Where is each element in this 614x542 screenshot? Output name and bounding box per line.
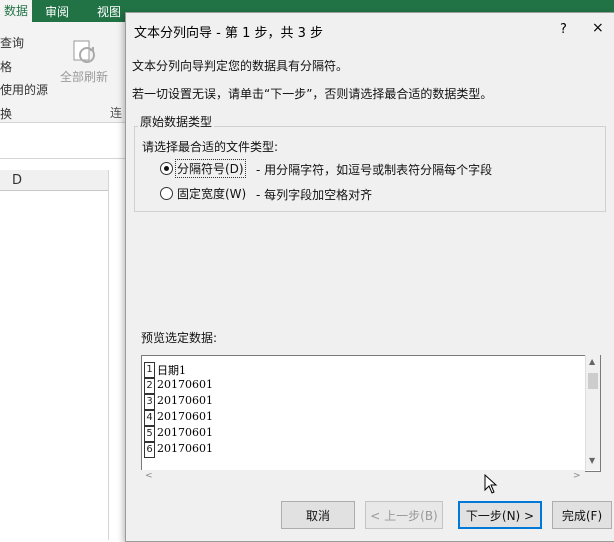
scroll-left-arrow-icon[interactable]: <	[145, 471, 153, 481]
tab-view[interactable]: 视图	[97, 3, 121, 20]
radio-fixed-width-label[interactable]: 固定宽度(W)	[177, 185, 246, 202]
preview-row-number: 1	[144, 362, 155, 378]
intro-text-2: 若一切设置无误，请单击“下一步”，否则请选择最合适的数据类型。	[132, 87, 493, 101]
scrollbar-thumb[interactable]	[588, 373, 598, 389]
ribbon-group-label: 换	[0, 107, 13, 121]
preview-row-value: 20170601	[157, 410, 213, 423]
mouse-pointer-icon	[484, 474, 498, 494]
group-title: 原始数据类型	[138, 113, 215, 130]
column-header-d[interactable]: D	[12, 173, 22, 188]
refresh-all-icon[interactable]	[70, 38, 98, 66]
intro-text-1: 文本分列向导判定您的数据具有分隔符。	[132, 59, 349, 73]
file-type-prompt: 请选择最合适的文件类型:	[142, 140, 279, 154]
next-button[interactable]: 下一步(N) >	[458, 501, 542, 529]
text-to-columns-dialog: 文本分列向导 - 第 1 步，共 3 步 ? × 文本分列向导判定您的数据具有分…	[125, 12, 614, 542]
delimited-description: - 用分隔字符，如逗号或制表符分隔每个字段	[256, 163, 493, 177]
preview-row-value: 20170601	[157, 442, 213, 455]
preview-row-value: 20170601	[157, 426, 213, 439]
back-button[interactable]: < 上一步(B)	[365, 501, 443, 529]
preview-label: 预览选定数据:	[141, 331, 218, 345]
preview-row-number: 4	[144, 410, 155, 426]
tab-review[interactable]: 审阅	[45, 3, 69, 20]
preview-row-number: 6	[144, 442, 155, 458]
close-button[interactable]: ×	[592, 20, 604, 36]
scroll-up-arrow-icon[interactable]: ▲	[589, 357, 595, 366]
dialog-title: 文本分列向导 - 第 1 步，共 3 步	[134, 26, 324, 41]
cancel-button[interactable]: 取消	[281, 501, 355, 529]
preview-vertical-scrollbar[interactable]: ▲ ▼	[585, 355, 600, 470]
radio-fixed-width[interactable]	[160, 187, 173, 200]
preview-row-number: 5	[144, 426, 155, 442]
help-button[interactable]: ?	[560, 22, 567, 37]
data-preview-box[interactable]: 1 日期1 2 20170601 3 20170601 4 20170601 5…	[141, 355, 601, 472]
scroll-down-arrow-icon[interactable]: ▼	[589, 456, 595, 465]
radio-delimited-label[interactable]: 分隔符号(D)	[175, 159, 246, 178]
connections-group-label: 连	[110, 106, 123, 120]
scroll-right-arrow-icon[interactable]: >	[573, 471, 581, 481]
preview-row-number: 3	[144, 394, 155, 410]
fixed-width-description: - 每列字段加空格对齐	[256, 188, 373, 202]
tab-data[interactable]: 数据	[0, 0, 33, 22]
preview-row-number: 2	[144, 378, 155, 394]
column-gridline	[108, 170, 109, 540]
ribbon-item-recent-sources[interactable]: 使用的源	[0, 81, 48, 98]
preview-row-value: 20170601	[157, 378, 213, 391]
finish-button[interactable]: 完成(F)	[552, 501, 612, 529]
ribbon-item-queries[interactable]: 查询	[0, 34, 24, 51]
preview-row-value: 20170601	[157, 394, 213, 407]
ribbon-item-properties[interactable]: 格	[0, 58, 12, 75]
formula-bar-divider	[0, 158, 130, 159]
preview-row-value: 日期1	[157, 364, 186, 377]
radio-delimited[interactable]	[160, 162, 173, 175]
preview-horizontal-scrollbar[interactable]: < >	[141, 470, 585, 484]
refresh-all-label[interactable]: 全部刷新	[60, 68, 108, 85]
